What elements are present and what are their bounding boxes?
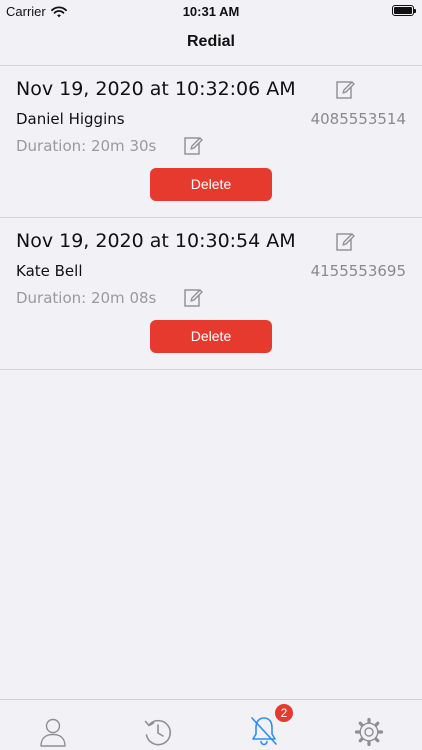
contact-name: Kate Bell: [16, 262, 83, 280]
edit-duration-icon[interactable]: [184, 288, 203, 308]
history-clock-icon: [144, 719, 172, 746]
delete-button[interactable]: Delete: [150, 168, 272, 201]
phone-number: 4155553695: [310, 262, 406, 280]
status-bar: Carrier 10:31 AM: [0, 0, 422, 24]
person-icon: [40, 718, 66, 747]
record-date: Nov 19, 2020 at 10:30:54 AM: [16, 230, 296, 252]
gear-icon: [355, 717, 384, 747]
edit-date-icon[interactable]: [336, 80, 355, 100]
bell-slash-icon: [250, 717, 277, 746]
call-duration: Duration: 20m 08s: [16, 289, 157, 307]
tab-contacts[interactable]: [0, 700, 106, 750]
battery-level: [394, 7, 412, 14]
status-time: 10:31 AM: [182, 4, 240, 19]
battery-icon: [392, 5, 416, 16]
tab-history[interactable]: [106, 700, 212, 750]
tab-settings[interactable]: [317, 700, 422, 750]
delete-button[interactable]: Delete: [150, 320, 272, 353]
edit-date-icon[interactable]: [336, 232, 355, 252]
page-title: Redial: [186, 33, 235, 50]
contact-name: Daniel Higgins: [16, 110, 125, 128]
tab-notifications[interactable]: [211, 700, 317, 750]
record-date: Nov 19, 2020 at 10:32:06 AM: [16, 78, 296, 100]
redial-record: Nov 19, 2020 at 10:32:06 AM Daniel Higgi…: [0, 66, 422, 218]
redial-record: Nov 19, 2020 at 10:30:54 AM Kate Bell 41…: [0, 218, 422, 370]
notification-badge: 2: [275, 704, 293, 722]
navigation-bar: Redial: [0, 24, 422, 66]
edit-duration-icon[interactable]: [184, 136, 203, 156]
tab-bar: 2: [0, 699, 422, 750]
call-duration: Duration: 20m 30s: [16, 137, 157, 155]
phone-number: 4085553514: [310, 110, 406, 128]
